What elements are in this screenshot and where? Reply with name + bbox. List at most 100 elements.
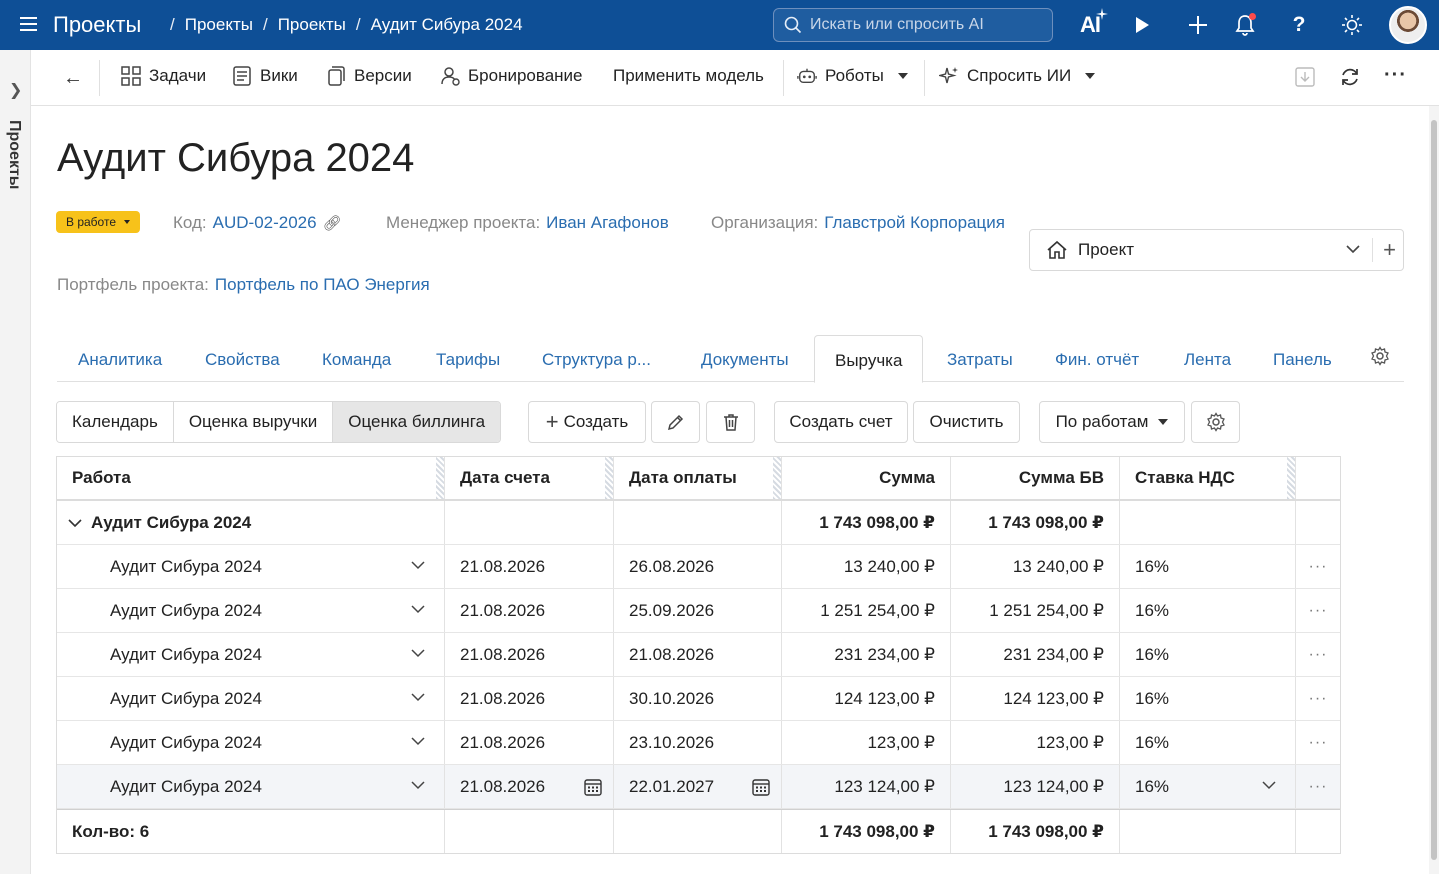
ask-ai-button[interactable]: Спросить ИИ xyxy=(939,66,1096,86)
column-header-pay-date[interactable]: Дата оплаты xyxy=(614,457,782,499)
settings-button[interactable] xyxy=(1191,401,1240,443)
link-icon[interactable]: 🔗︎ xyxy=(323,215,342,232)
gear-icon[interactable] xyxy=(1370,346,1390,371)
view-billing-estimate-button[interactable]: Оценка биллинга xyxy=(333,402,501,442)
pay-date-cell[interactable]: 26.08.2026 xyxy=(614,545,782,588)
bell-icon[interactable] xyxy=(1232,12,1258,38)
breadcrumb-item[interactable]: Проекты xyxy=(278,15,346,35)
refresh-icon[interactable] xyxy=(1339,66,1361,88)
sum-cell[interactable]: 1 251 254,00 ₽ xyxy=(782,589,951,632)
row-actions[interactable]: ··· xyxy=(1296,677,1340,720)
row-actions[interactable]: ··· xyxy=(1296,589,1340,632)
sum-bv-cell[interactable]: 123 124,00 ₽ xyxy=(951,765,1120,808)
clear-button[interactable]: Очистить xyxy=(913,401,1020,443)
work-cell[interactable]: Аудит Сибура 2024 xyxy=(57,677,445,720)
sum-bv-cell[interactable]: 124 123,00 ₽ xyxy=(951,677,1120,720)
chevron-down-icon[interactable] xyxy=(410,733,426,754)
more-icon[interactable]: ··· xyxy=(1309,778,1328,796)
row-actions[interactable]: ··· xyxy=(1296,545,1340,588)
tasks-button[interactable]: Задачи xyxy=(121,66,206,86)
app-title[interactable]: Проекты xyxy=(53,12,141,38)
breadcrumb-item[interactable]: Проекты xyxy=(185,15,253,35)
breadcrumb-item-current[interactable]: Аудит Сибура 2024 xyxy=(371,15,523,35)
org-link[interactable]: Главстрой Корпорация xyxy=(824,213,1005,232)
status-badge[interactable]: В работе xyxy=(56,211,141,233)
invoice-date-cell[interactable]: 21.08.2026 xyxy=(445,765,614,808)
vat-cell[interactable]: 16% xyxy=(1120,677,1296,720)
sum-cell[interactable]: 123 124,00 ₽ xyxy=(782,765,951,808)
pay-date-cell[interactable]: 30.10.2026 xyxy=(614,677,782,720)
work-cell[interactable]: Аудит Сибура 2024 xyxy=(57,765,445,808)
booking-button[interactable]: Бронирование xyxy=(440,66,583,86)
sum-bv-cell[interactable]: 231 234,00 ₽ xyxy=(951,633,1120,676)
view-calendar-button[interactable]: Календарь xyxy=(57,402,174,442)
chevron-down-icon[interactable] xyxy=(410,601,426,622)
tab-costs[interactable]: Затраты xyxy=(947,350,1013,370)
row-actions[interactable]: ··· xyxy=(1296,633,1340,676)
play-icon[interactable] xyxy=(1129,12,1155,38)
table-row[interactable]: Аудит Сибура 2024 21.08.2026 21.08.2026 … xyxy=(57,633,1340,677)
chevron-down-icon[interactable] xyxy=(410,557,426,578)
more-icon[interactable]: ··· xyxy=(1309,602,1328,620)
view-revenue-estimate-button[interactable]: Оценка выручки xyxy=(173,402,334,442)
download-icon[interactable] xyxy=(1294,66,1316,88)
pay-date-cell[interactable]: 23.10.2026 xyxy=(614,721,782,764)
pay-date-cell[interactable]: 25.09.2026 xyxy=(614,589,782,632)
chevron-down-icon[interactable] xyxy=(410,777,426,798)
portfolio-link[interactable]: Портфель по ПАО Энергия xyxy=(215,275,430,294)
tab-revenue[interactable]: Выручка xyxy=(814,335,924,383)
sum-cell[interactable]: 123,00 ₽ xyxy=(782,721,951,764)
chevron-down-icon[interactable] xyxy=(410,689,426,710)
work-cell[interactable]: Аудит Сибура 2024 xyxy=(57,633,445,676)
chevron-down-icon[interactable] xyxy=(1261,777,1277,798)
apply-model-button[interactable]: Применить модель xyxy=(613,66,764,86)
more-icon[interactable]: ··· xyxy=(1309,690,1328,708)
chevron-down-icon[interactable] xyxy=(67,515,83,531)
tab-panel[interactable]: Панель xyxy=(1273,350,1332,370)
invoice-date-cell[interactable]: 21.08.2026 xyxy=(445,633,614,676)
chevron-down-icon[interactable] xyxy=(1345,241,1361,262)
column-header-work[interactable]: Работа xyxy=(57,457,445,499)
vat-cell[interactable]: 16% xyxy=(1120,633,1296,676)
tab-documents[interactable]: Документы xyxy=(701,350,789,370)
column-resize-handle[interactable] xyxy=(436,457,444,499)
ai-sparkle-icon[interactable]: AI xyxy=(1072,8,1108,38)
more-icon[interactable]: ··· xyxy=(1309,558,1328,576)
group-cell[interactable]: Аудит Сибура 2024 xyxy=(57,501,445,544)
tab-feed[interactable]: Лента xyxy=(1184,350,1231,370)
more-icon[interactable]: ··· xyxy=(1309,734,1328,752)
sum-cell[interactable]: 231 234,00 ₽ xyxy=(782,633,951,676)
project-type-select[interactable]: Проект + xyxy=(1029,229,1404,271)
vat-cell[interactable]: 16% xyxy=(1120,589,1296,632)
avatar[interactable] xyxy=(1389,6,1427,44)
invoice-date-cell[interactable]: 21.08.2026 xyxy=(445,589,614,632)
work-cell[interactable]: Аудит Сибура 2024 xyxy=(57,589,445,632)
help-icon[interactable]: ? xyxy=(1286,12,1312,38)
chevron-down-icon[interactable] xyxy=(410,645,426,666)
versions-button[interactable]: Версии xyxy=(326,66,412,86)
pay-date-cell[interactable]: 21.08.2026 xyxy=(614,633,782,676)
table-row[interactable]: Аудит Сибура 2024 21.08.2026 30.10.2026 … xyxy=(57,677,1340,721)
row-actions[interactable]: ··· xyxy=(1296,721,1340,764)
tab-structure[interactable]: Структура р... xyxy=(542,350,651,370)
tab-analytics[interactable]: Аналитика xyxy=(78,350,162,370)
more-icon[interactable]: ··· xyxy=(1384,64,1407,87)
table-row[interactable]: Аудит Сибура 2024 21.08.2026 23.10.2026 … xyxy=(57,721,1340,765)
more-icon[interactable]: ··· xyxy=(1309,646,1328,664)
column-resize-handle[interactable] xyxy=(605,457,613,499)
add-icon[interactable]: + xyxy=(1383,237,1396,263)
table-row[interactable]: Аудит Сибура 2024 21.08.2026 25.09.2026 … xyxy=(57,589,1340,633)
pay-date-cell[interactable]: 22.01.2027 xyxy=(614,765,782,808)
work-cell[interactable]: Аудит Сибура 2024 xyxy=(57,721,445,764)
column-header-vat[interactable]: Ставка НДС xyxy=(1120,457,1296,499)
sum-cell[interactable]: 13 240,00 ₽ xyxy=(782,545,951,588)
invoice-date-cell[interactable]: 21.08.2026 xyxy=(445,721,614,764)
column-header-sum[interactable]: Сумма xyxy=(782,457,951,499)
sun-icon[interactable] xyxy=(1339,12,1365,38)
tab-rates[interactable]: Тарифы xyxy=(436,350,500,370)
create-invoice-button[interactable]: Создать счет xyxy=(774,401,908,443)
expand-chevron-icon[interactable]: ❯ xyxy=(9,80,22,100)
group-by-select[interactable]: По работам xyxy=(1039,401,1185,443)
column-resize-handle[interactable] xyxy=(1287,457,1295,499)
create-button[interactable]: + Создать xyxy=(528,401,646,443)
